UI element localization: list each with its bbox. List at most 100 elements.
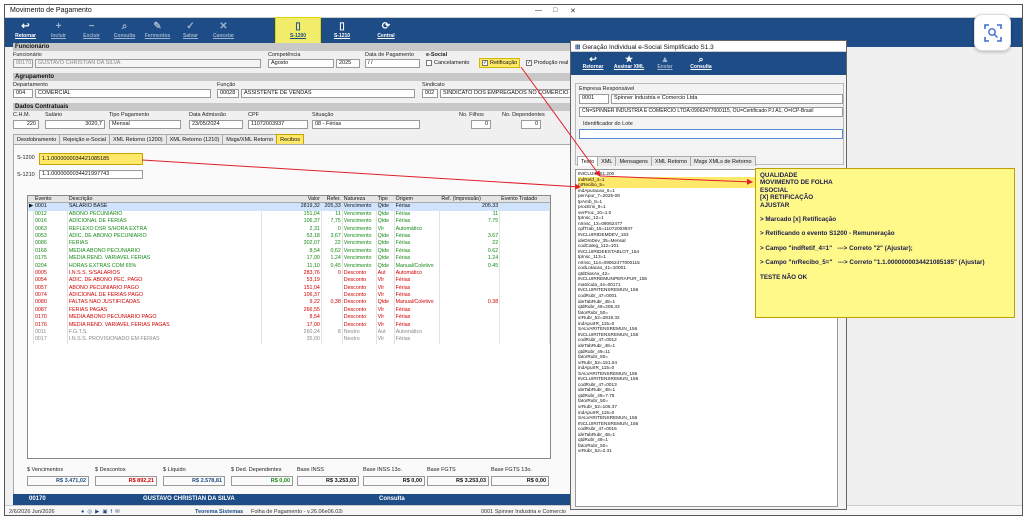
table-row[interactable]: 0005 I.N.S.S. S/SALARIOS 283,76 0 Desconto Au… xyxy=(28,269,550,278)
situacao-select[interactable]: 08 - Férias xyxy=(312,120,420,129)
data-pagamento-field[interactable]: / / xyxy=(365,59,420,68)
popup-enviar-button[interactable]: ▲ Enviar xyxy=(647,52,683,75)
tab-msgs-xml-retorno[interactable]: Msgs/XML Retorno xyxy=(222,134,278,144)
admissao-field[interactable]: 23/05/2024 xyxy=(189,120,243,129)
table-row[interactable]: 0168 MEDIA ABONO PECUNIARIO 8,54 0,62 Vencim… xyxy=(28,247,550,256)
social-icons[interactable]: ●◎▶▣f✉ xyxy=(81,506,123,515)
cell-valor: 2819,32 xyxy=(262,203,322,211)
salario-field[interactable]: 3020,7 xyxy=(45,120,105,129)
filhos-field[interactable]: 0 xyxy=(471,120,491,129)
funcao-code-field[interactable]: 00028 xyxy=(217,89,239,98)
table-row[interactable]: 0170 MEDIA ABONO PECUNIARIO PAGO 8,54 Desco… xyxy=(28,314,550,322)
tab-xml-retorno-1200[interactable]: XML Retorno (1200) xyxy=(108,134,167,144)
table-row[interactable]: 0053 ADIC. DE ABONO PECUNIARIO 53,18 3,67 Ve… xyxy=(28,232,550,241)
cell-valor: 8,54 xyxy=(262,314,322,322)
cell-desc: ABONO PECUNIARIO xyxy=(68,210,263,219)
popup-tab-msgs-xmls-de-retorno[interactable]: Msgs XMLs de Retorno xyxy=(690,156,756,166)
cancelamento-checkbox[interactable]: Cancelamento xyxy=(426,60,469,66)
cell-ref xyxy=(322,277,343,285)
tab-rejeicao-e-social[interactable]: Rejeição e-Social xyxy=(59,134,110,144)
tab-xml-retorno-1210[interactable]: XML Retorno (1210) xyxy=(165,134,224,144)
funcao-field[interactable]: ASSISTENTE DE VENDAS xyxy=(241,89,415,98)
empresa-code-field[interactable]: 0001 xyxy=(579,94,609,104)
cell-tipo: Vlr xyxy=(377,314,395,322)
sindicato-field[interactable]: SINDICATO DOS EMPREGADOS NO COMERCIO xyxy=(440,89,572,98)
toolbar-button-label: Cancelar xyxy=(212,33,235,39)
grid-header-descricao[interactable]: Descrição xyxy=(68,196,263,203)
taskbar-company: Teorema Sistemas xyxy=(195,509,244,515)
s1200-recibo-field[interactable]: 1.1.0000000034421085185 xyxy=(39,153,143,165)
producao-checkbox[interactable]: ✓ Produção real xyxy=(526,60,568,66)
maximize-button[interactable]: □ xyxy=(553,7,557,14)
certificado-select[interactable]: CN=SPINNER INDUSTRIA E COMERCIO LTDA:090… xyxy=(579,107,843,117)
popup-tab-xml-retorno[interactable]: XML Retorno xyxy=(650,156,692,166)
checkbox-checked-box[interactable]: ✓ xyxy=(482,60,488,66)
popup-retornar-button[interactable]: ↩ Retornar xyxy=(575,52,611,75)
grid-header-evento[interactable]: Evento xyxy=(34,196,68,203)
checkbox-checked-box[interactable]: ✓ xyxy=(526,60,532,66)
checkbox-box[interactable] xyxy=(426,60,432,66)
s1210-recibo-field[interactable]: 1.1.0000000034421997743 xyxy=(39,170,143,179)
grid-header-tipo[interactable]: Tipo xyxy=(377,196,395,203)
table-row[interactable]: 0086 FERIAS 302,07 22 Vencimento Qtde Férias 22 xyxy=(28,240,550,248)
close-button[interactable]: ✕ xyxy=(570,7,576,15)
competencia-year-select[interactable]: 2025 xyxy=(336,59,360,68)
table-row[interactable]: 0054 ADIC. DE ABONO PEC. PAGO 53,19 Descont… xyxy=(28,277,550,285)
cell-tipo: Qtde xyxy=(377,255,395,263)
departamento-code-field[interactable]: 004 xyxy=(13,89,33,98)
cell-tipo: Qtde xyxy=(377,247,395,256)
status-name: GUSTAVO CHRISTIAN DA SILVA xyxy=(143,496,235,502)
popup-consulta-button[interactable]: ⌕ Consulta xyxy=(683,52,719,75)
data-pagamento-label: Data de Pagamento xyxy=(365,52,414,58)
table-row[interactable]: 0057 ABONO PECUNIARIO PAGO 151,04 Desconto V… xyxy=(28,284,550,293)
cell-desc: ADICIONAL DE FERIAS xyxy=(68,218,263,226)
grid-header-origem[interactable]: Origem xyxy=(395,196,441,203)
grid-header-ref-impressao[interactable]: Ref. (Impressão) xyxy=(440,196,501,203)
tab-recibos[interactable]: Recibos xyxy=(276,134,304,144)
popup-assinar-xml-button[interactable]: ★ Assinar XML xyxy=(611,52,647,75)
table-row[interactable]: 0176 MEDIA REND. VARIAVEL FERIAS PAGAS 17,… xyxy=(28,321,550,330)
grid-header-valor[interactable]: Valor xyxy=(262,196,322,203)
cpf-field[interactable]: 11072003937 xyxy=(248,120,308,129)
table-row[interactable]: 0011 F.G.T.S. 260,24 8 Neutro Aut Automático xyxy=(28,329,550,337)
grid-header-evento-tratado[interactable]: Evento Tratado xyxy=(500,196,550,203)
window-titlebar: Movimento de Pagamento — □ ✕ xyxy=(5,5,1022,18)
competencia-month-select[interactable]: Agosto xyxy=(268,59,334,68)
popup-tab-xml[interactable]: XML xyxy=(597,156,617,166)
chm-field[interactable]: 220 xyxy=(13,120,39,129)
table-row[interactable]: ▶ 0001 SALARIO BASE 2819,32 205,33 Vencimento… xyxy=(28,203,550,211)
departamento-field[interactable]: COMERCIAL xyxy=(35,89,211,98)
funcionario-name-field[interactable]: GUSTAVO CHRISTIAN DA SILVA xyxy=(35,59,261,68)
popup-tab-texto[interactable]: Texto xyxy=(577,156,599,166)
sindicato-code-field[interactable]: 002 xyxy=(422,89,438,98)
table-row[interactable]: 0012 ABONO PECUNIARIO 151,04 11 Vencimento Qt… xyxy=(28,210,550,219)
retificacao-checkbox[interactable]: ✓ Retificação xyxy=(479,58,521,68)
grid-header-refer[interactable]: Refer. xyxy=(322,196,343,203)
cell-origem: Férias xyxy=(395,210,441,219)
cell-valor: 53,18 xyxy=(262,232,322,241)
table-row[interactable]: 0080 FALTAS NAO JUSTIFICADAS 9,22 0,38 Desco… xyxy=(28,299,550,307)
cell-nat: Neutro xyxy=(343,336,377,344)
cell-origem: Férias xyxy=(395,247,441,256)
base-fgts13-label: Base FGTS 13o. xyxy=(491,467,532,473)
cell-evento-tratado xyxy=(500,321,550,330)
screen-capture-button[interactable] xyxy=(974,14,1011,51)
funcionario-code-field[interactable]: 00170 xyxy=(13,59,33,68)
table-row[interactable]: 0063 REFLEXO DSR S/HORA EXTRA 2,31 0 Vencime… xyxy=(28,225,550,233)
popup-tab-mensagens[interactable]: Mensagens xyxy=(615,156,652,166)
grid-header-natureza[interactable]: Natureza xyxy=(343,196,377,203)
cell-evento-tratado xyxy=(500,329,550,337)
tipo-pagamento-select[interactable]: Mensal xyxy=(109,120,181,129)
table-row[interactable]: 0017 I.N.S.S. PROVISIONADO EM FERIAS 35,00… xyxy=(28,336,550,344)
cell-evento-tratado xyxy=(500,225,550,233)
minimize-button[interactable]: — xyxy=(535,7,542,14)
lote-input[interactable] xyxy=(579,129,843,139)
empresa-select[interactable]: Spinner Industria e Comercio Ltda xyxy=(611,94,843,104)
table-row[interactable]: 0087 FERIAS PAGAS 266,55 Desconto Vlr Férias xyxy=(28,306,550,315)
table-row[interactable]: 0175 MEDIA REND. VARIAVEL FERIAS 17,00 1,24… xyxy=(28,255,550,263)
dependentes-field[interactable]: 0 xyxy=(521,120,541,129)
table-row[interactable]: 0204 HORAS EXTRAS COM 65% 11,10 0,45 Vencime… xyxy=(28,262,550,270)
table-row[interactable]: 0074 ADICIONAL DE FERIAS PAGO 106,37 Descon… xyxy=(28,292,550,300)
tab-desdobramento[interactable]: Desdobramento xyxy=(13,134,61,144)
table-row[interactable]: 0016 ADICIONAL DE FERIAS 106,37 7,75 Vencime… xyxy=(28,218,550,226)
